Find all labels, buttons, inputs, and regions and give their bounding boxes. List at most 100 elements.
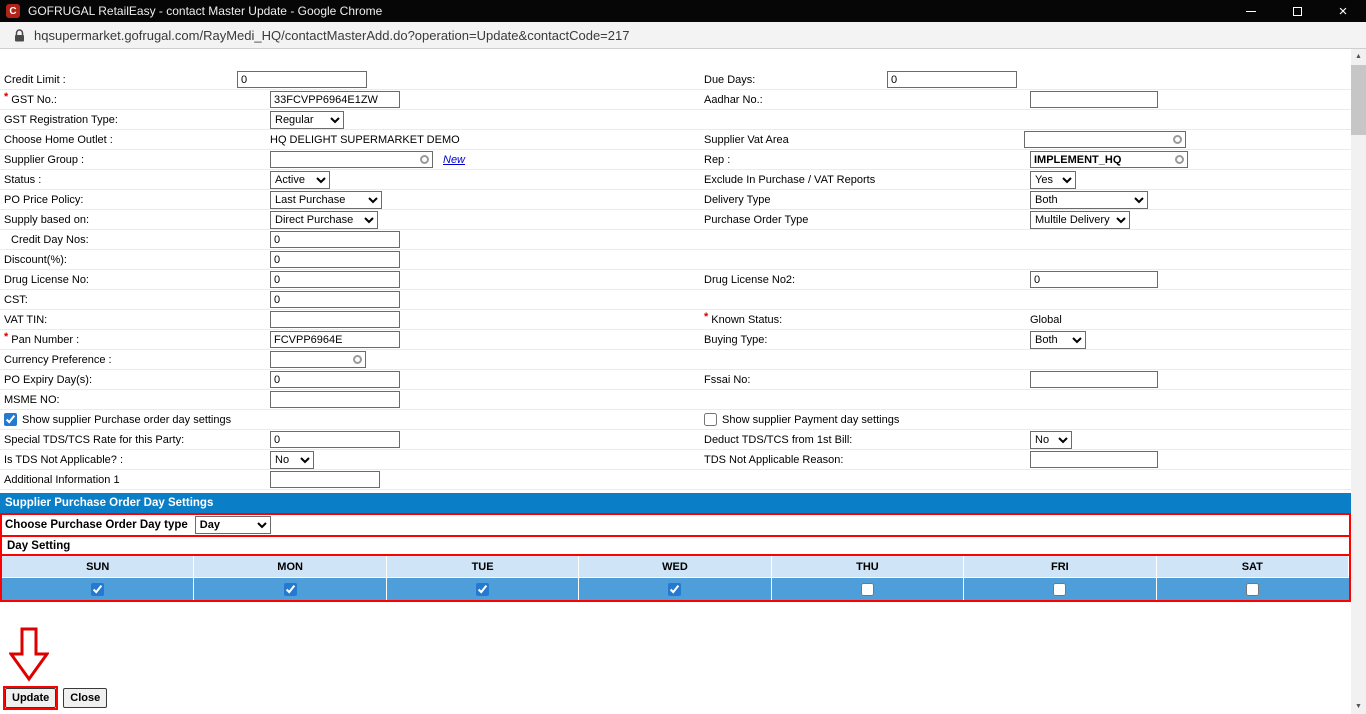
credit-limit-input[interactable] xyxy=(237,71,367,88)
is-tds-not-applicable-select[interactable]: No xyxy=(270,451,314,469)
currency-preference-label: Currency Preference : xyxy=(4,354,270,366)
status-select[interactable]: Active xyxy=(270,171,330,189)
po-expiry-days-label: PO Expiry Day(s): xyxy=(4,374,270,386)
scroll-down-button[interactable]: ▼ xyxy=(1351,699,1366,714)
aadhar-no-label: Aadhar No.: xyxy=(704,94,1030,106)
form-row: Additional Information 1 xyxy=(0,470,1351,490)
vertical-scrollbar[interactable]: ▲ ▼ xyxy=(1351,49,1366,714)
po-price-policy-select[interactable]: Last Purchase xyxy=(270,191,382,209)
day-checkbox-sun[interactable] xyxy=(91,583,104,596)
form-row: Show supplier Purchase order day setting… xyxy=(0,410,1351,430)
po-price-policy-label: PO Price Policy: xyxy=(4,194,270,206)
cst-input[interactable] xyxy=(270,291,400,308)
day-checkbox-sat[interactable] xyxy=(1246,583,1259,596)
highlight-annotation-box: Choose Purchase Order Day type Day Day S… xyxy=(0,513,1351,602)
supply-based-on-select[interactable]: Direct Purchase xyxy=(270,211,378,229)
buying-type-select[interactable]: Both xyxy=(1030,331,1086,349)
rep-input[interactable] xyxy=(1030,151,1188,168)
po-expiry-days-input[interactable] xyxy=(270,371,400,388)
buying-type-label: Buying Type: xyxy=(704,334,1030,346)
day-settings-table: SUN MON TUE WED THU FRI SAT xyxy=(2,556,1349,600)
supply-based-on-label: Supply based on: xyxy=(4,214,270,226)
drug-license-no-input[interactable] xyxy=(270,271,400,288)
form-row: VAT TIN: *Known Status: Global xyxy=(0,310,1351,330)
exclude-purchase-vat-label: Exclude In Purchase / VAT Reports xyxy=(704,174,1030,186)
lookup-icon[interactable] xyxy=(1175,155,1184,164)
special-tds-rate-input[interactable] xyxy=(270,431,400,448)
lock-icon xyxy=(14,29,25,42)
lookup-icon[interactable] xyxy=(420,155,429,164)
day-checkbox-mon[interactable] xyxy=(284,583,297,596)
form-row: Supply based on: Direct Purchase Purchas… xyxy=(0,210,1351,230)
fssai-no-label: Fssai No: xyxy=(704,374,1030,386)
day-cell-thu xyxy=(772,578,964,600)
supplier-vat-area-input[interactable] xyxy=(1024,131,1186,148)
scroll-up-button[interactable]: ▲ xyxy=(1351,49,1366,64)
close-button[interactable]: Close xyxy=(63,688,107,708)
delivery-type-label: Delivery Type xyxy=(704,194,1030,206)
day-header-wed: WED xyxy=(579,556,771,578)
vat-tin-input[interactable] xyxy=(270,311,400,328)
msme-no-input[interactable] xyxy=(270,391,400,408)
form-row: Is TDS Not Applicable? : No TDS Not Appl… xyxy=(0,450,1351,470)
supplier-group-label: Supplier Group : xyxy=(4,154,270,166)
choose-day-type-label: Choose Purchase Order Day type xyxy=(5,519,188,531)
additional-information-1-input[interactable] xyxy=(270,471,380,488)
special-tds-rate-label: Special TDS/TCS Rate for this Party: xyxy=(4,434,270,446)
day-checkbox-wed[interactable] xyxy=(668,583,681,596)
tds-reason-label: TDS Not Applicable Reason: xyxy=(704,454,1030,466)
exclude-purchase-vat-select[interactable]: Yes xyxy=(1030,171,1076,189)
day-header-tue: TUE xyxy=(387,556,579,578)
show-payment-day-settings-checkbox[interactable] xyxy=(704,413,717,426)
day-checkbox-fri[interactable] xyxy=(1053,583,1066,596)
currency-preference-input[interactable] xyxy=(270,351,366,368)
known-status-label: *Known Status: xyxy=(704,314,1030,326)
maximize-button[interactable] xyxy=(1274,0,1320,22)
day-header-mon: MON xyxy=(194,556,386,578)
cst-label: CST: xyxy=(4,294,270,306)
due-days-input[interactable] xyxy=(887,71,1017,88)
delivery-type-select[interactable]: Both xyxy=(1030,191,1148,209)
required-asterisk: * xyxy=(4,91,8,103)
deduct-tds-label: Deduct TDS/TCS from 1st Bill: xyxy=(704,434,1030,446)
pan-number-input[interactable] xyxy=(270,331,400,348)
discount-input[interactable] xyxy=(270,251,400,268)
day-cell-sun xyxy=(2,578,194,600)
credit-day-nos-input[interactable] xyxy=(270,231,400,248)
choose-day-type-select[interactable]: Day xyxy=(195,516,271,534)
update-button-highlight: Update xyxy=(3,686,58,710)
purchase-order-type-select[interactable]: Multile Delivery xyxy=(1030,211,1130,229)
lookup-icon[interactable] xyxy=(353,355,362,364)
fssai-no-input[interactable] xyxy=(1030,371,1158,388)
url-text[interactable]: hqsupermarket.gofrugal.com/RayMedi_HQ/co… xyxy=(34,28,629,43)
status-label: Status : xyxy=(4,174,270,186)
minimize-button[interactable] xyxy=(1228,0,1274,22)
known-status-value: Global xyxy=(1030,314,1062,326)
rep-label: Rep : xyxy=(704,154,1030,166)
supplier-group-input[interactable] xyxy=(270,151,433,168)
drug-license-no2-input[interactable] xyxy=(1030,271,1158,288)
show-po-day-settings-checkbox[interactable] xyxy=(4,413,17,426)
scrollbar-thumb[interactable] xyxy=(1351,65,1366,135)
aadhar-no-input[interactable] xyxy=(1030,91,1158,108)
supplier-group-new-link[interactable]: New xyxy=(443,154,465,166)
day-checkbox-tue[interactable] xyxy=(476,583,489,596)
lookup-icon[interactable] xyxy=(1173,135,1182,144)
maximize-icon xyxy=(1293,7,1302,16)
day-settings-section-header: Supplier Purchase Order Day Settings xyxy=(0,493,1351,513)
form-row: Credit Limit : Due Days: xyxy=(0,70,1351,90)
tds-reason-input[interactable] xyxy=(1030,451,1158,468)
msme-no-label: MSME NO: xyxy=(4,394,270,406)
choose-home-outlet-label: Choose Home Outlet : xyxy=(4,134,270,146)
update-button[interactable]: Update xyxy=(5,688,56,708)
address-bar[interactable]: hqsupermarket.gofrugal.com/RayMedi_HQ/co… xyxy=(0,22,1366,49)
deduct-tds-select[interactable]: No xyxy=(1030,431,1072,449)
credit-day-nos-label: Credit Day Nos: xyxy=(4,234,270,246)
close-window-button[interactable]: × xyxy=(1320,0,1366,22)
day-cell-mon xyxy=(194,578,386,600)
pan-number-label: *Pan Number : xyxy=(4,334,270,346)
gst-registration-type-select[interactable]: Regular xyxy=(270,111,344,129)
form-row: Currency Preference : xyxy=(0,350,1351,370)
gst-no-input[interactable] xyxy=(270,91,400,108)
day-checkbox-thu[interactable] xyxy=(861,583,874,596)
